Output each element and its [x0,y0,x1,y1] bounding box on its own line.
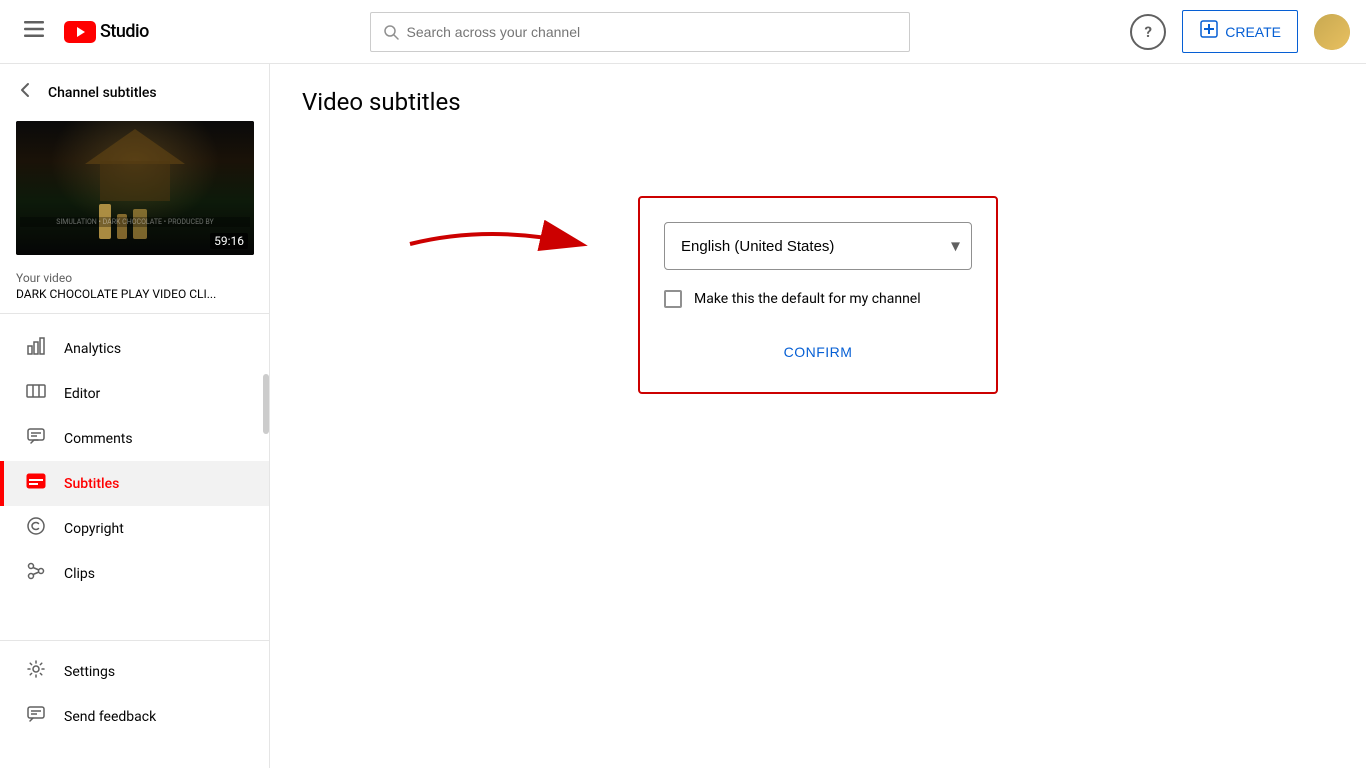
sidebar-item-analytics[interactable]: Analytics [0,326,269,371]
language-select[interactable]: English (United States) Spanish French G… [664,222,972,270]
help-button[interactable]: ? [1130,14,1166,50]
sidebar-scroll-indicator [263,374,269,434]
search-bar [370,12,910,52]
create-button[interactable]: CREATE [1182,10,1298,53]
default-channel-checkbox[interactable] [664,290,682,308]
create-label: CREATE [1225,24,1281,40]
sidebar-item-clips[interactable]: Clips [0,551,269,596]
settings-icon [24,659,48,684]
video-title: DARK CHOCOLATE PLAY VIDEO CLI... [16,287,253,301]
back-navigation[interactable]: Channel subtitles [0,64,269,113]
header-right: ? CREATE [1130,10,1350,53]
sidebar-item-editor[interactable]: Editor [0,371,269,416]
checkbox-row: Make this the default for my channel [664,290,972,308]
clips-icon [24,561,48,586]
sidebar-bottom: Settings Send feedback [0,640,269,739]
sidebar-item-subtitles[interactable]: Subtitles [0,461,269,506]
video-info: Your video DARK CHOCOLATE PLAY VIDEO CLI… [0,263,269,305]
search-input[interactable] [407,24,897,40]
checkbox-label: Make this the default for my channel [694,291,921,307]
comments-icon [24,426,48,451]
sidebar-divider [0,313,269,314]
settings-label: Settings [64,664,115,680]
video-duration: 59:16 [210,233,248,249]
confirm-section: CONFIRM [664,328,972,368]
search-container [189,12,1090,52]
search-icon [383,24,399,40]
youtube-studio-logo[interactable]: Studio [64,21,149,43]
back-arrow-icon [16,80,36,105]
language-dialog: English (United States) Spanish French G… [638,196,998,394]
layout: Channel subtitles SIMULATION • DARK CHOC… [0,64,1366,768]
studio-label: Studio [100,21,149,42]
subtitles-label: Subtitles [64,476,119,492]
menu-icon[interactable] [16,11,52,52]
sidebar: Channel subtitles SIMULATION • DARK CHOC… [0,64,270,768]
editor-icon [24,381,48,406]
video-thumbnail: SIMULATION • DARK CHOCOLATE • PRODUCED B… [16,121,254,255]
back-label: Channel subtitles [48,85,157,101]
analytics-label: Analytics [64,341,121,357]
create-plus-icon [1199,19,1219,44]
sidebar-item-comments[interactable]: Comments [0,416,269,461]
page-title: Video subtitles [302,88,1334,116]
sidebar-nav: Analytics Editor [0,322,269,600]
analytics-icon [24,336,48,361]
copyright-label: Copyright [64,521,124,537]
video-thumbnail-container[interactable]: SIMULATION • DARK CHOCOLATE • PRODUCED B… [16,121,253,255]
clips-label: Clips [64,566,95,582]
sidebar-item-settings[interactable]: Settings [0,649,269,694]
language-select-wrapper: English (United States) Spanish French G… [664,222,972,270]
feedback-label: Send feedback [64,709,156,725]
sidebar-item-copyright[interactable]: Copyright [0,506,269,551]
header-left: Studio [16,11,149,52]
your-video-label: Your video [16,271,253,285]
avatar-image [1314,14,1350,50]
editor-label: Editor [64,386,100,402]
feedback-icon [24,704,48,729]
copyright-icon [24,516,48,541]
avatar[interactable] [1314,14,1350,50]
header: Studio ? CREATE [0,0,1366,64]
comments-label: Comments [64,431,133,447]
hut-roof [85,129,185,164]
confirm-button[interactable]: CONFIRM [768,336,869,368]
hut-body [100,161,170,201]
sidebar-item-feedback[interactable]: Send feedback [0,694,269,739]
main-content: Video subtitles English (United States) … [270,64,1366,768]
subtitles-icon [24,471,48,496]
